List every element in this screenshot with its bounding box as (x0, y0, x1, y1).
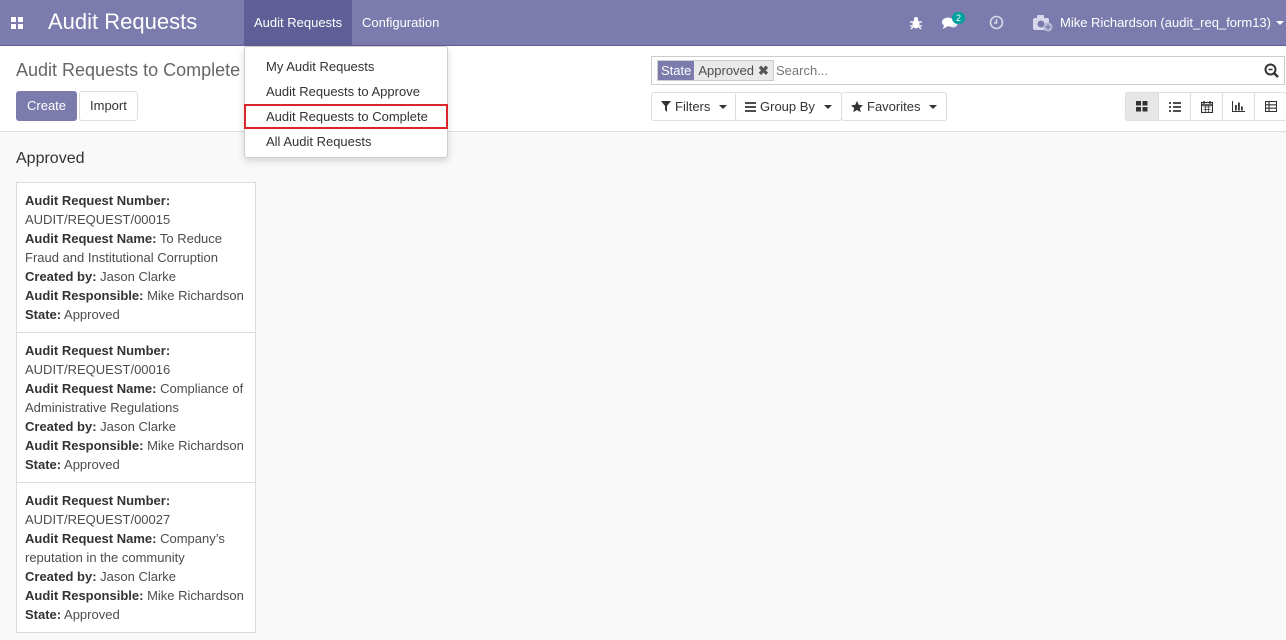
state-value: Approved (64, 307, 120, 322)
avatar-icon (1033, 14, 1053, 31)
graph-view-button[interactable] (1222, 93, 1254, 120)
chevron-down-icon (719, 104, 728, 109)
app-brand[interactable]: Audit Requests (48, 9, 197, 35)
kanban-view-button[interactable] (1126, 93, 1158, 120)
pivot-view-button[interactable] (1254, 93, 1286, 120)
responsible: Mike Richardson (147, 438, 244, 453)
request-number: AUDIT/REQUEST/00027 (25, 512, 171, 527)
filters-button[interactable]: Filters (651, 92, 738, 121)
menu-item-audit-requests-to-approve[interactable]: Audit Requests to Approve (245, 79, 447, 104)
chevron-down-icon (823, 104, 832, 109)
field-label: State: (25, 307, 62, 322)
request-number: AUDIT/REQUEST/00016 (25, 362, 171, 377)
field-label: Audit Request Name: (25, 531, 157, 546)
search-input[interactable] (776, 60, 1246, 81)
clock-icon[interactable] (989, 0, 1004, 45)
favorites-label: Favorites (867, 99, 921, 114)
filters-label: Filters (675, 99, 711, 114)
calendar-view-button[interactable] (1190, 93, 1222, 120)
state-value: Approved (64, 607, 120, 622)
field-label: Audit Request Name: (25, 231, 157, 246)
search-facet[interactable]: State Approved ✖ (657, 60, 774, 81)
responsible: Mike Richardson (147, 588, 244, 603)
audit-requests-dropdown: My Audit Requests Audit Requests to Appr… (244, 46, 448, 158)
page-title: Audit Requests to Complete (16, 60, 241, 80)
kanban-card[interactable]: Audit Request Number: AUDIT/REQUEST/0001… (16, 332, 256, 483)
search-box: State Approved ✖ (651, 56, 1285, 85)
created-by: Jason Clarke (100, 419, 177, 434)
created-by: Jason Clarke (100, 569, 177, 584)
kanban-card[interactable]: Audit Request Number: AUDIT/REQUEST/0001… (16, 182, 256, 333)
chevron-down-icon (929, 104, 938, 109)
calendar-icon (1200, 100, 1213, 113)
field-label: State: (25, 607, 62, 622)
field-label: Created by: (25, 419, 97, 434)
field-label: Created by: (25, 269, 97, 284)
menu-item-my-audit-requests[interactable]: My Audit Requests (245, 54, 447, 79)
menu-item-all-audit-requests[interactable]: All Audit Requests (245, 129, 447, 154)
created-by: Jason Clarke (100, 269, 177, 284)
field-label: Created by: (25, 569, 97, 584)
list-icon (1168, 101, 1181, 112)
import-button[interactable]: Import (79, 91, 138, 121)
messages-icon[interactable]: 2 (942, 0, 972, 45)
field-label: Audit Request Name: (25, 381, 157, 396)
list-view-button[interactable] (1158, 93, 1190, 120)
table-icon (1264, 101, 1277, 112)
create-button[interactable]: Create (16, 91, 78, 121)
chevron-down-icon (1275, 20, 1284, 25)
close-icon[interactable]: ✖ (758, 63, 769, 78)
top-navbar: Audit Requests Audit Requests Configurat… (0, 0, 1286, 46)
star-icon (851, 100, 863, 112)
field-label: Audit Responsible: (25, 438, 144, 453)
menu-configuration[interactable]: Configuration (352, 0, 449, 45)
field-label: Audit Request Number: (25, 493, 171, 508)
field-label: Audit Request Number: (25, 193, 171, 208)
kanban-icon (1136, 101, 1148, 112)
request-number: AUDIT/REQUEST/00015 (25, 212, 171, 227)
field-label: State: (25, 457, 62, 472)
list-icon (745, 101, 756, 112)
filter-icon (661, 101, 671, 112)
search-icon[interactable] (1264, 63, 1279, 78)
state-value: Approved (64, 457, 120, 472)
facet-category: State (658, 61, 695, 80)
kanban-view: Approved Audit Request Number: AUDIT/REQ… (0, 132, 1286, 640)
field-label: Audit Responsible: (25, 588, 144, 603)
field-label: Audit Responsible: (25, 288, 144, 303)
control-panel: Audit Requests to Complete Create Import… (0, 46, 1286, 132)
group-by-label: Group By (760, 99, 815, 114)
menu-item-audit-requests-to-complete[interactable]: Audit Requests to Complete (244, 104, 448, 129)
kanban-group-title: Approved (16, 150, 85, 167)
facet-value: Approved ✖ (694, 61, 773, 80)
group-by-button[interactable]: Group By (735, 92, 842, 121)
view-switcher (1125, 92, 1286, 121)
apps-menu-icon[interactable] (0, 0, 34, 45)
field-label: Audit Request Number: (25, 343, 171, 358)
user-name: Mike Richardson (audit_req_form13) (1060, 15, 1271, 30)
bug-icon[interactable] (909, 0, 923, 45)
kanban-card[interactable]: Audit Request Number: AUDIT/REQUEST/0002… (16, 482, 256, 633)
bar-chart-icon (1232, 101, 1245, 112)
responsible: Mike Richardson (147, 288, 244, 303)
favorites-button[interactable]: Favorites (841, 92, 948, 121)
facet-value-text: Approved (698, 63, 755, 78)
menu-audit-requests[interactable]: Audit Requests (244, 0, 353, 45)
messages-badge: 2 (952, 12, 966, 24)
user-menu[interactable]: Mike Richardson (audit_req_form13) (1032, 0, 1284, 45)
